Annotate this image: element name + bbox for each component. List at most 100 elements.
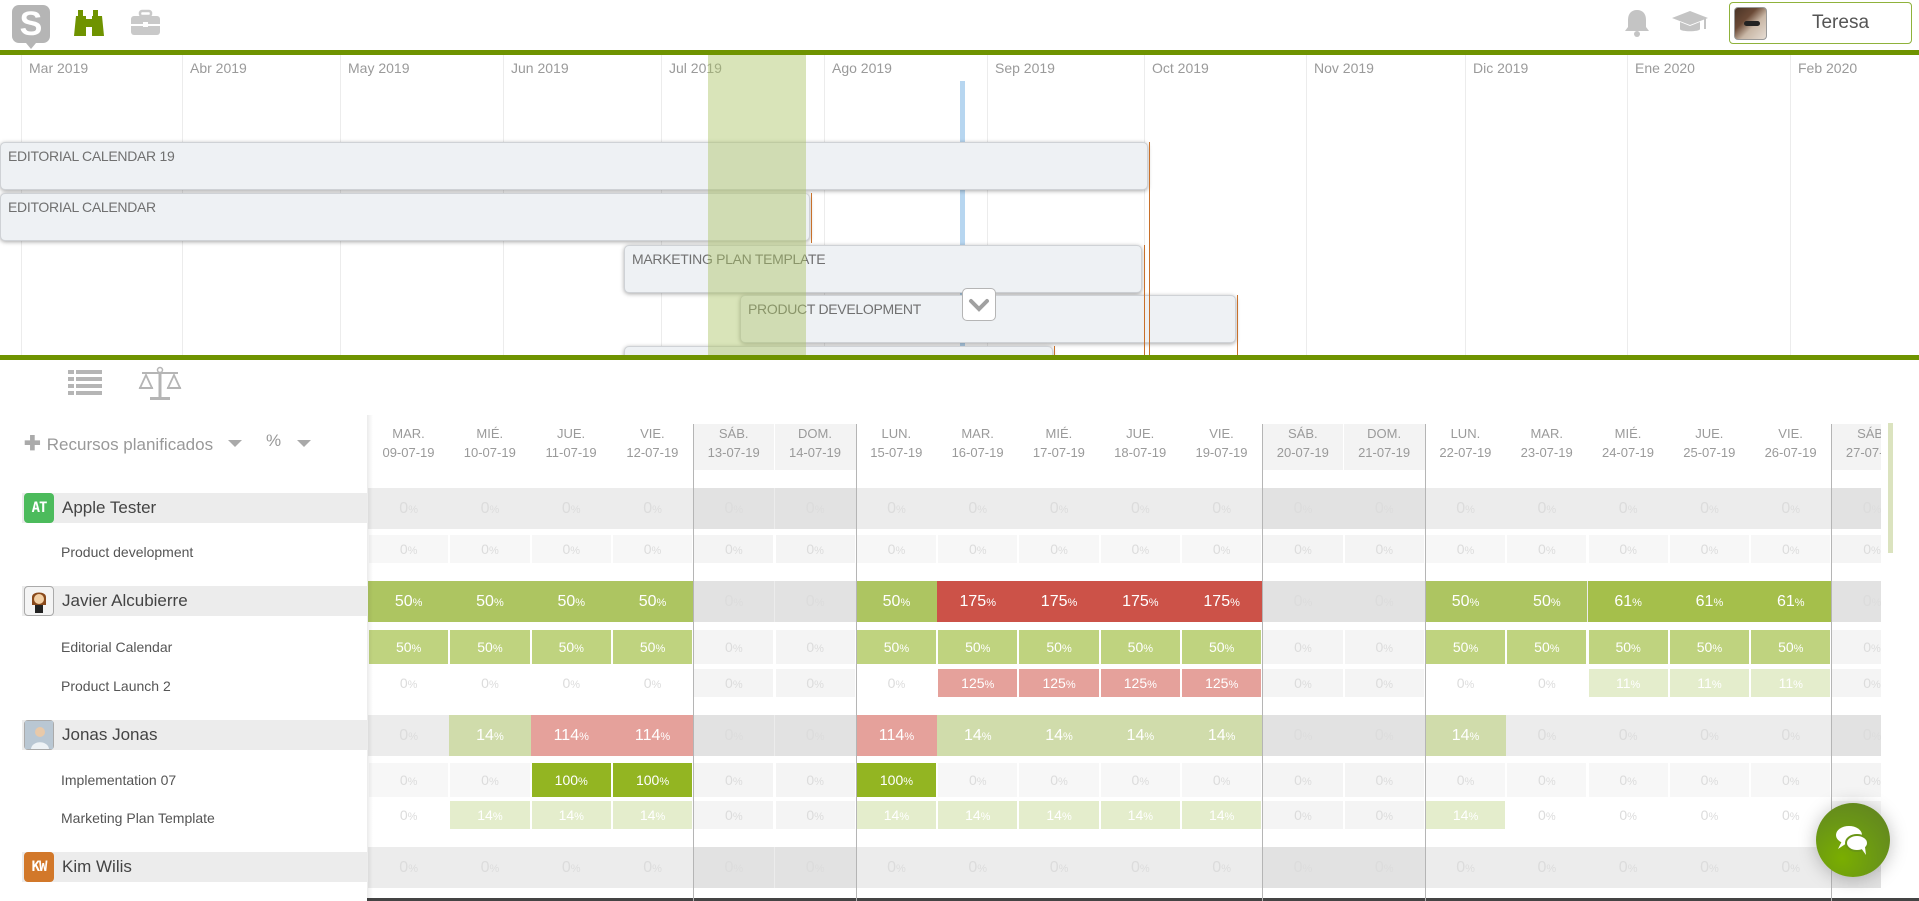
allocation-cell[interactable]: 0%: [1262, 847, 1344, 888]
gantt-timeline[interactable]: Mar 2019 Abr 2019 May 2019 Jun 2019 Jul 2019…: [0, 55, 1919, 355]
allocation-cell[interactable]: 0%: [1344, 535, 1424, 563]
allocation-cell[interactable]: 11%: [1751, 669, 1831, 697]
allocation-cell[interactable]: 50%: [1751, 630, 1831, 664]
project-row[interactable]: Product Launch 2: [0, 672, 367, 700]
allocation-cell[interactable]: 0%: [1425, 763, 1506, 797]
allocation-cell[interactable]: 14%: [1424, 715, 1507, 756]
allocation-cell[interactable]: 50%: [1588, 630, 1668, 664]
allocation-cell[interactable]: 0%: [1751, 535, 1831, 563]
allocation-cell[interactable]: 0%: [1832, 763, 1881, 797]
allocation-cell[interactable]: 0%: [856, 535, 937, 563]
caret-down-icon[interactable]: [228, 440, 242, 447]
resource-row[interactable]: Jonas Jonas: [22, 720, 367, 750]
allocation-cell[interactable]: 0%: [1182, 763, 1262, 797]
allocation-cell[interactable]: 0%: [369, 535, 449, 563]
allocation-cell[interactable]: 14%: [1100, 801, 1180, 829]
allocation-cell[interactable]: 125%: [938, 669, 1018, 697]
allocation-cell[interactable]: 14%: [856, 801, 937, 829]
allocation-cell[interactable]: 0%: [1018, 847, 1099, 888]
allocation-cell[interactable]: 14%: [937, 715, 1019, 756]
allocation-cell[interactable]: 114%: [855, 715, 938, 756]
user-menu-button[interactable]: Teresa: [1729, 2, 1912, 44]
allocation-cell[interactable]: 114%: [530, 715, 612, 756]
allocation-cell[interactable]: 0%: [937, 488, 1018, 529]
allocation-cell[interactable]: 0%: [938, 763, 1018, 797]
allocation-cell[interactable]: 0%: [1588, 847, 1669, 888]
allocation-cell[interactable]: 0%: [1831, 581, 1881, 622]
logo-icon[interactable]: S: [12, 5, 50, 49]
allocation-cell[interactable]: 0%: [1263, 763, 1343, 797]
bell-icon[interactable]: [1620, 8, 1654, 38]
allocation-cell[interactable]: 61%: [1668, 581, 1751, 622]
allocation-cell[interactable]: 0%: [1263, 801, 1343, 829]
resource-row[interactable]: AT Apple Tester: [22, 493, 367, 523]
allocation-cell[interactable]: 61%: [1587, 581, 1669, 622]
allocation-cell[interactable]: 0%: [856, 847, 937, 888]
allocation-cell[interactable]: 0%: [774, 581, 856, 622]
allocation-cell[interactable]: 50%: [855, 581, 938, 622]
allocation-cell[interactable]: 0%: [1832, 630, 1881, 664]
allocation-cell[interactable]: 0%: [1750, 715, 1831, 756]
allocation-cell[interactable]: 0%: [1343, 581, 1425, 622]
allocation-cell[interactable]: 0%: [369, 669, 449, 697]
allocation-cell[interactable]: 50%: [449, 581, 531, 622]
allocation-cell[interactable]: 50%: [369, 630, 449, 664]
allocation-cell[interactable]: 0%: [1669, 488, 1750, 529]
allocation-cell[interactable]: 14%: [1425, 801, 1506, 829]
allocation-cell[interactable]: 0%: [1506, 488, 1587, 529]
allocation-cell[interactable]: 0%: [1588, 763, 1668, 797]
allocation-cell[interactable]: 0%: [937, 847, 1018, 888]
binoculars-icon[interactable]: [73, 8, 107, 38]
allocation-cell[interactable]: 0%: [1425, 488, 1506, 529]
allocation-cell[interactable]: 0%: [1506, 715, 1587, 756]
allocation-cell[interactable]: 14%: [1019, 801, 1099, 829]
allocation-cell[interactable]: 0%: [612, 488, 693, 529]
allocation-cell[interactable]: 0%: [1507, 669, 1587, 697]
allocation-cell[interactable]: 100%: [612, 763, 693, 797]
allocation-cell[interactable]: 0%: [368, 715, 449, 756]
allocation-cell[interactable]: 0%: [1669, 763, 1750, 797]
allocation-cell[interactable]: 0%: [531, 535, 611, 563]
allocation-cell[interactable]: 0%: [612, 535, 693, 563]
allocation-cell[interactable]: 0%: [1263, 630, 1343, 664]
allocation-cell[interactable]: 50%: [938, 630, 1018, 664]
allocation-cell[interactable]: 0%: [1507, 763, 1587, 797]
allocation-cell[interactable]: 0%: [693, 715, 775, 756]
allocation-cell[interactable]: 0%: [1506, 847, 1587, 888]
allocation-cell[interactable]: 0%: [774, 847, 856, 888]
allocation-cell[interactable]: 0%: [531, 669, 611, 697]
allocation-cell[interactable]: 0%: [1182, 535, 1262, 563]
allocation-cell[interactable]: 0%: [775, 801, 855, 829]
allocation-cell[interactable]: 50%: [1425, 630, 1506, 664]
allocation-cell[interactable]: 0%: [450, 669, 530, 697]
allocation-cell[interactable]: 50%: [1182, 630, 1262, 664]
allocation-cell[interactable]: 0%: [694, 801, 774, 829]
allocation-cell[interactable]: 0%: [1588, 801, 1668, 829]
allocation-cell[interactable]: 0%: [1425, 535, 1506, 563]
allocation-cell[interactable]: 0%: [1507, 801, 1587, 829]
allocation-cell[interactable]: 0%: [1262, 581, 1344, 622]
allocation-cell[interactable]: 50%: [450, 630, 530, 664]
allocation-cell[interactable]: 0%: [774, 715, 856, 756]
allocation-cell[interactable]: 14%: [938, 801, 1018, 829]
allocation-cell[interactable]: 0%: [1263, 669, 1343, 697]
allocation-cell[interactable]: 50%: [530, 581, 612, 622]
project-row[interactable]: Product development: [0, 538, 367, 566]
allocation-cell[interactable]: 0%: [775, 763, 855, 797]
allocation-cell[interactable]: 50%: [368, 581, 450, 622]
gantt-bar[interactable]: EDITORIAL CALENDAR 19: [0, 142, 1148, 190]
caret-down-icon[interactable]: [297, 440, 311, 447]
allocation-cell[interactable]: 0%: [1344, 630, 1424, 664]
allocation-cell[interactable]: 0%: [693, 581, 775, 622]
allocation-cell[interactable]: 125%: [1182, 669, 1262, 697]
allocation-cell[interactable]: 0%: [1263, 535, 1343, 563]
chat-button[interactable]: [1816, 803, 1890, 877]
allocation-cell[interactable]: 14%: [1182, 801, 1262, 829]
allocation-cell[interactable]: 14%: [1018, 715, 1100, 756]
panel-splitter[interactable]: [0, 355, 1919, 360]
allocation-cell[interactable]: 50%: [611, 581, 694, 622]
allocation-cell[interactable]: 175%: [1099, 581, 1181, 622]
project-row[interactable]: Implementation 07: [0, 766, 367, 794]
allocation-cell[interactable]: 0%: [449, 488, 530, 529]
briefcase-icon[interactable]: [129, 8, 163, 38]
